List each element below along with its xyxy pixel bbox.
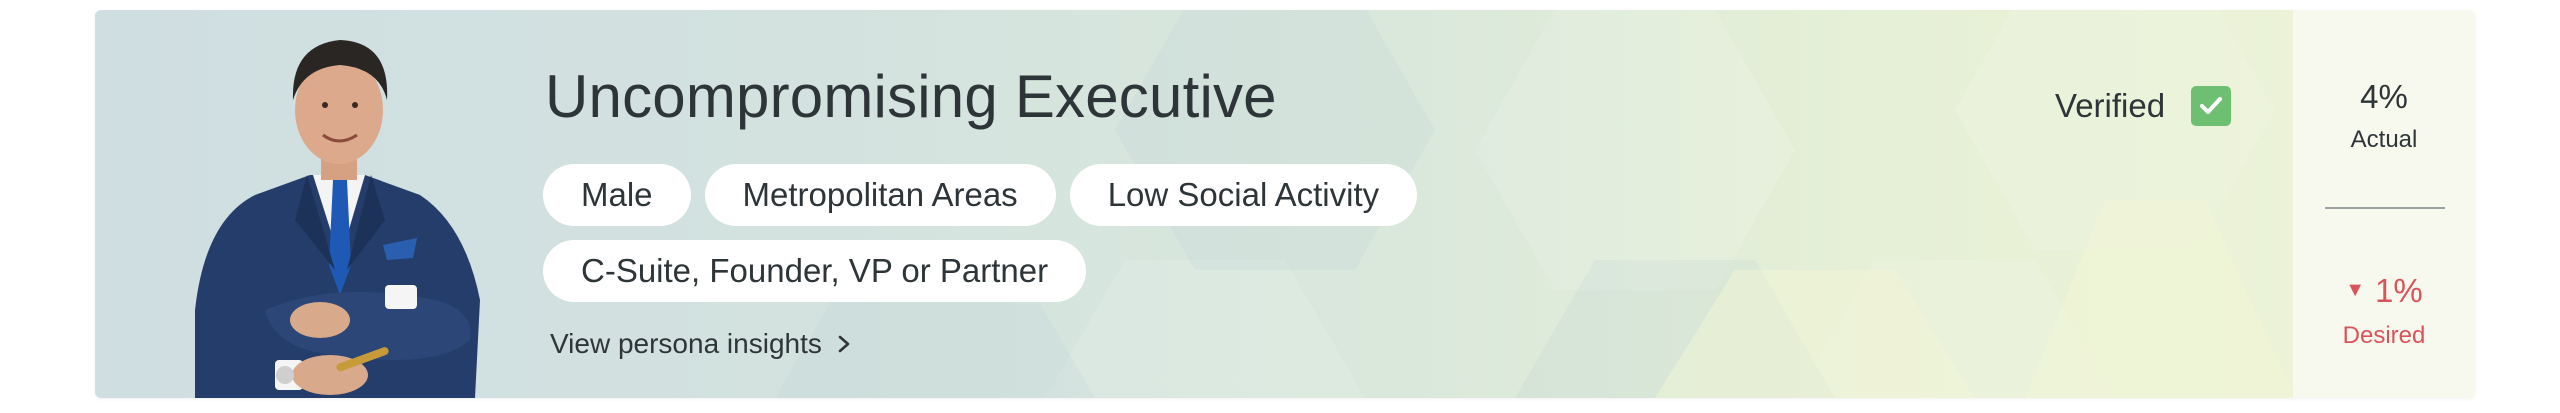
chevron-right-icon	[838, 335, 850, 353]
persona-title: Uncompromising Executive	[545, 63, 1277, 130]
tag-row-1: Male Metropolitan Areas Low Social Activ…	[543, 164, 1523, 226]
view-insights-label: View persona insights	[550, 328, 822, 359]
tag-social-activity: Low Social Activity	[1069, 164, 1418, 226]
tag-gender: Male	[543, 164, 691, 226]
desired-label: Desired	[2342, 322, 2426, 349]
actual-value: 4%	[2360, 78, 2408, 115]
desired-value-row: ▼ 1%	[2293, 272, 2475, 310]
stats-divider	[2325, 207, 2445, 209]
verified-checkbox[interactable]	[2191, 86, 2232, 126]
verified-label: Verified	[2055, 87, 2166, 124]
desired-value: 1%	[2375, 272, 2423, 309]
stats-panel: 4% Actual ▼ 1% Desired	[2293, 10, 2475, 398]
persona-card: Uncompromising Executive Male Metropolit…	[95, 10, 2475, 398]
persona-tags: Male Metropolitan Areas Low Social Activ…	[543, 164, 1523, 316]
persona-portrait	[195, 40, 480, 398]
verified-indicator: Verified	[2055, 86, 2232, 126]
tag-job-title: C-Suite, Founder, VP or Partner	[543, 240, 1087, 302]
actual-label: Actual	[2350, 126, 2418, 153]
checkmark-icon	[2200, 97, 2223, 114]
triangle-down-icon: ▼	[2345, 278, 2366, 301]
tag-location: Metropolitan Areas	[704, 164, 1056, 226]
view-insights-link[interactable]: View persona insights	[550, 328, 852, 360]
tag-row-2: C-Suite, Founder, VP or Partner	[543, 240, 1523, 302]
